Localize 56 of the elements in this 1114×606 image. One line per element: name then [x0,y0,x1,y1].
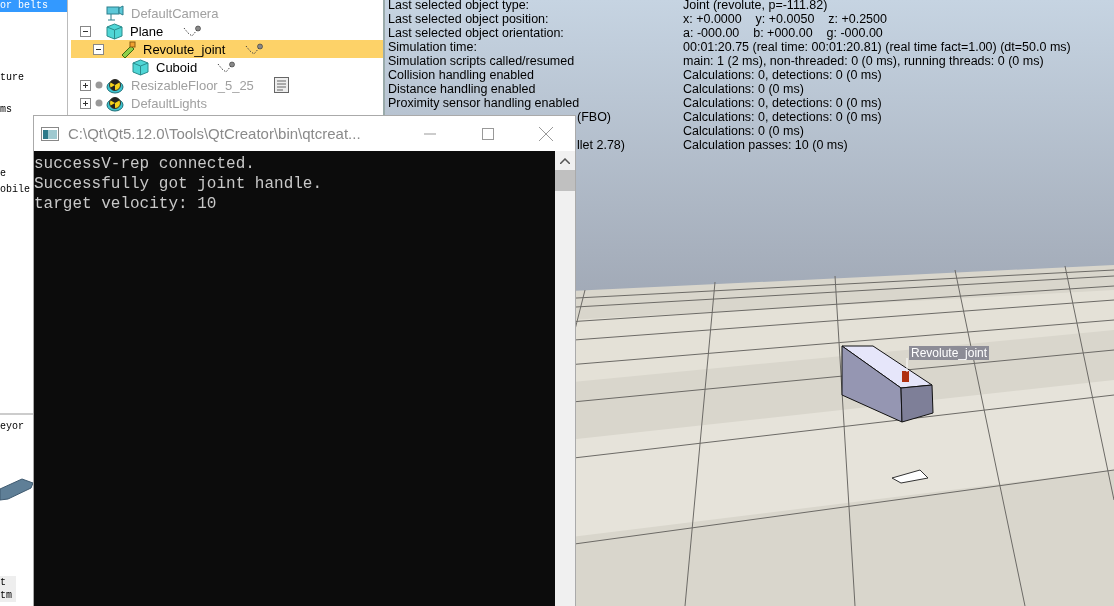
tree-item[interactable]: Plane [71,22,383,40]
model-folder-item[interactable]: ture [0,72,24,84]
scrollbar[interactable] [555,151,575,606]
maximize-icon [482,127,494,140]
info-label: Collision handling enabled [388,68,534,82]
info-label: Distance handling enabled [388,82,536,96]
info-value: Joint (revolute, p=-111.82) [683,0,828,12]
hazard-disc-icon [106,94,124,112]
cube-icon [106,22,123,40]
info-label: (FBO) [577,110,612,124]
info-value: a: -000.00 b: +000.00 g: -000.00 [683,26,883,40]
model-file-item[interactable]: t [0,576,16,589]
info-label: Proximity sensor handling enabled [388,96,580,110]
console-output-line: target velocity: 10 [34,194,218,214]
info-value: Calculations: 0, detections: 0 (0 ms) [683,68,882,82]
info-label: Last selected object orientation: [388,26,564,40]
scroll-up-icon[interactable] [560,158,570,164]
model-folder-item[interactable]: e [0,168,6,180]
close-icon [539,126,553,141]
info-value: Calculations: 0 (0 ms) [683,124,804,138]
model-folder-item[interactable]: ms [0,104,12,116]
console-output-line: successV-rep connected. [34,154,256,174]
info-label: Last selected object position: [388,12,549,26]
model-folder-item[interactable]: obile [0,184,30,196]
tree-item[interactable]: Cuboid [71,58,383,76]
leader-line [906,358,908,372]
expander-icon[interactable] [80,97,91,109]
info-label: Simulation scripts called/resumed [388,54,575,68]
model-file-item[interactable]: tm [0,589,16,602]
window-title: C:\Qt\Qt5.12.0\Tools\QtCreator\bin\qtcreat... [68,125,362,142]
console-output-line: Successfully got joint handle. [34,174,324,194]
joint-icon [119,40,136,58]
cube-icon [132,58,149,76]
info-value: Calculation passes: 10 (0 ms) [683,138,848,152]
info-value: Calculations: 0 (0 ms) [683,82,804,96]
info-label: Simulation time: [388,40,477,54]
info-label: llet 2.78) [577,138,625,152]
camera-icon [106,5,124,21]
tree-item[interactable]: Revolute_joint [71,40,383,58]
info-value: 00:01:20.75 (real time: 00:01:20.81) (real time fact=1.00) (dt=50.0 ms) [683,40,1071,54]
scrollbar-thumb[interactable] [555,170,575,191]
layer-ball-icon [95,81,103,89]
info-value: Calculations: 0, detections: 0 (0 ms) [683,110,882,124]
model-label: eyor [0,421,25,433]
object-label: Revolute_joint [909,346,990,360]
info-label: Last selected object type: [388,0,530,12]
info-value: x: +0.0000 y: +0.0050 z: +0.2500 [683,12,887,26]
info-value: Calculations: 0, detections: 0 (0 ms) [683,96,882,110]
console-app-icon [41,126,59,141]
expander-icon[interactable] [80,25,91,37]
expander-icon[interactable] [93,43,104,55]
layer-ball-icon [95,99,103,107]
info-value: main: 1 (2 ms), non-threaded: 0 (0 ms), running threads: 0 (0 ms) [683,54,1044,68]
minimize-icon [424,132,436,135]
expander-icon[interactable] [80,79,91,91]
hazard-disc-icon [106,76,124,94]
